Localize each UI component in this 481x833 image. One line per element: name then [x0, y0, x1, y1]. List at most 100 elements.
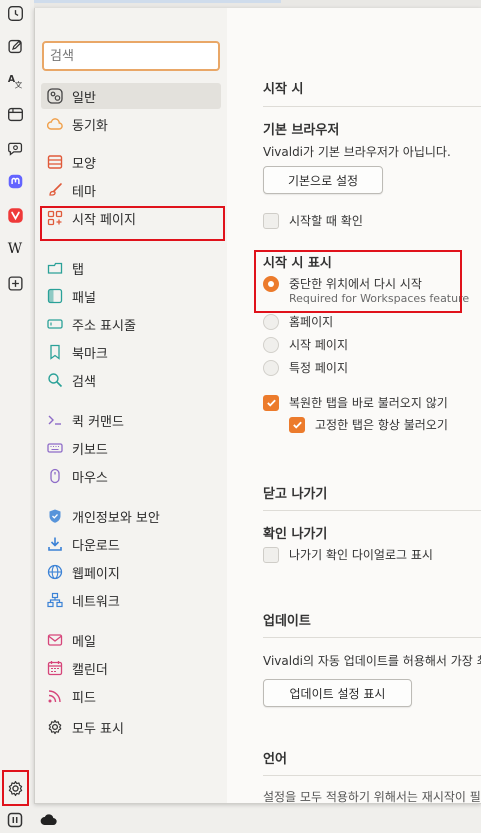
clock-icon[interactable]: [5, 3, 25, 23]
pinned-always-row[interactable]: 고정한 탭은 항상 불러오기: [289, 416, 448, 433]
lazy-load-label: 복원한 탭을 바로 불러오지 않기: [289, 396, 448, 410]
notes-icon[interactable]: [5, 36, 25, 56]
confirm-exit-title: 확인 나가기: [263, 527, 328, 542]
confirm-exit-label: 나가기 확인 다이얼로그 표시: [289, 548, 433, 562]
set-default-button[interactable]: 기본으로 설정: [263, 166, 383, 194]
sidebar-item-keyboard[interactable]: 키보드: [41, 435, 221, 461]
settings-search-input[interactable]: [42, 41, 220, 71]
sidebar-item-privacy[interactable]: 개인정보와 보안: [41, 503, 221, 529]
gear-icon: [46, 718, 64, 736]
startup-option-label: 특정 페이지: [289, 361, 349, 375]
window-icon[interactable]: [5, 104, 25, 124]
sidebar-item-label: 검색: [72, 374, 96, 390]
gear-icon: [7, 780, 24, 797]
sidebar-item-label: 주소 표시줄: [72, 318, 136, 334]
translate-icon[interactable]: A文: [5, 70, 25, 90]
divider: [263, 775, 481, 776]
sidebar-item-label: 네트워크: [72, 594, 120, 610]
lazy-load-checkbox[interactable]: [263, 394, 279, 411]
mastodon-icon[interactable]: [5, 171, 25, 191]
panel-bar: A文 W: [0, 0, 30, 833]
status-bar: [0, 806, 481, 833]
sidebar-item-label: 마우스: [72, 470, 108, 486]
sidebar-item-label: 탭: [72, 262, 84, 278]
keyboard-icon: [46, 439, 64, 457]
confirm-exit-checkbox[interactable]: [263, 546, 279, 563]
sidebar-item-label: 패널: [72, 290, 96, 306]
mail-icon: [46, 631, 64, 649]
pinned-always-checkbox[interactable]: [289, 416, 305, 433]
divider: [263, 510, 481, 511]
sidebar-item-label: 다운로드: [72, 538, 120, 554]
sidebar-item-sync[interactable]: 동기화: [41, 111, 221, 137]
sidebar-item-network[interactable]: 네트워크: [41, 587, 221, 613]
sidebar-item-panels[interactable]: 패널: [41, 283, 221, 309]
pinned-always-label: 고정한 탭은 항상 불러오기: [315, 418, 448, 432]
check-on-startup-checkbox[interactable]: [263, 212, 279, 229]
chat-icon[interactable]: [5, 138, 25, 158]
sidebar-item-appearance[interactable]: 모양: [41, 149, 221, 175]
cloud-icon[interactable]: [40, 813, 57, 826]
sidebar-item-label: 테마: [72, 184, 96, 200]
section-title-update: 업데이트: [263, 614, 311, 629]
brush-icon: [46, 181, 64, 199]
language-description: 설정을 모두 적용하기 위해서는 재시작이 필: [263, 790, 481, 804]
startup-option-specific[interactable]: 특정 페이지: [263, 359, 348, 376]
calendar-icon: [46, 659, 64, 677]
sidebar-item-general[interactable]: 일반: [41, 83, 221, 109]
settings-button[interactable]: [2, 770, 29, 806]
sidebar-item-label: 모두 표시: [72, 721, 124, 737]
sidebar-item-show-all[interactable]: 모두 표시: [41, 714, 221, 740]
sidebar-item-label: 모양: [72, 156, 96, 172]
startup-option-label: 시작 페이지: [289, 338, 349, 352]
sidebar-item-feeds[interactable]: 피드: [41, 683, 221, 709]
sidebar-item-mail[interactable]: 메일: [41, 627, 221, 653]
tab-strip-edge: [34, 0, 481, 8]
radio-homepage[interactable]: [263, 313, 279, 330]
show-update-settings-button[interactable]: 업데이트 설정 표시: [263, 679, 412, 707]
cloud-icon: [46, 115, 64, 133]
sidebar-item-search[interactable]: 검색: [41, 367, 221, 393]
highlight-box-show-on-startup: [254, 250, 462, 313]
check-on-startup-row[interactable]: 시작할 때 확인: [263, 212, 363, 229]
sidebar-item-downloads[interactable]: 다운로드: [41, 531, 221, 557]
feed-icon: [46, 687, 64, 705]
settings-window: 일반 동기화 모양 테마 시작 페이지 탭 패널 주소 표시줄: [34, 8, 481, 804]
sidebar-item-quick-commands[interactable]: 퀵 커맨드: [41, 407, 221, 433]
sidebar-item-tabs[interactable]: 탭: [41, 255, 221, 281]
check-on-startup-label: 시작할 때 확인: [289, 214, 363, 228]
general-icon: [46, 87, 64, 105]
network-icon: [46, 591, 64, 609]
search-icon: [46, 371, 64, 389]
wikipedia-icon[interactable]: W: [5, 239, 25, 259]
sidebar-item-theme[interactable]: 테마: [41, 177, 221, 203]
startup-option-start-page[interactable]: 시작 페이지: [263, 336, 348, 353]
sidebar-item-label: 개인정보와 보안: [72, 510, 160, 526]
default-browser-status: Vivaldi가 기본 브라우저가 아닙니다.: [263, 145, 451, 159]
default-browser-title: 기본 브라우저: [263, 123, 340, 138]
panel-icon: [46, 287, 64, 305]
svg-text:文: 文: [14, 79, 22, 89]
sidebar-item-bookmarks[interactable]: 북마크: [41, 339, 221, 365]
sidebar-item-label: 북마크: [72, 346, 108, 362]
add-panel-icon[interactable]: [5, 273, 25, 293]
lazy-load-row[interactable]: 복원한 탭을 바로 불러오지 않기: [263, 394, 448, 411]
sidebar-item-label: 메일: [72, 634, 96, 650]
sidebar-item-webpages[interactable]: 웹페이지: [41, 559, 221, 585]
sidebar-item-label: 피드: [72, 690, 96, 706]
sidebar-item-calendar[interactable]: 캘린더: [41, 655, 221, 681]
confirm-exit-row[interactable]: 나가기 확인 다이얼로그 표시: [263, 546, 433, 563]
startup-option-label: 홈페이지: [289, 315, 334, 329]
radio-start-page[interactable]: [263, 336, 279, 353]
vivaldi-icon[interactable]: [5, 205, 25, 225]
startup-option-homepage[interactable]: 홈페이지: [263, 313, 333, 330]
radio-specific-pages[interactable]: [263, 359, 279, 376]
download-icon: [46, 535, 64, 553]
divider: [263, 637, 481, 638]
sidebar-item-address-bar[interactable]: 주소 표시줄: [41, 311, 221, 337]
pause-icon[interactable]: [7, 812, 23, 828]
sidebar-item-mouse[interactable]: 마우스: [41, 463, 221, 489]
bookmark-icon: [46, 343, 64, 361]
sidebar-item-label: 키보드: [72, 442, 108, 458]
appearance-icon: [46, 153, 64, 171]
